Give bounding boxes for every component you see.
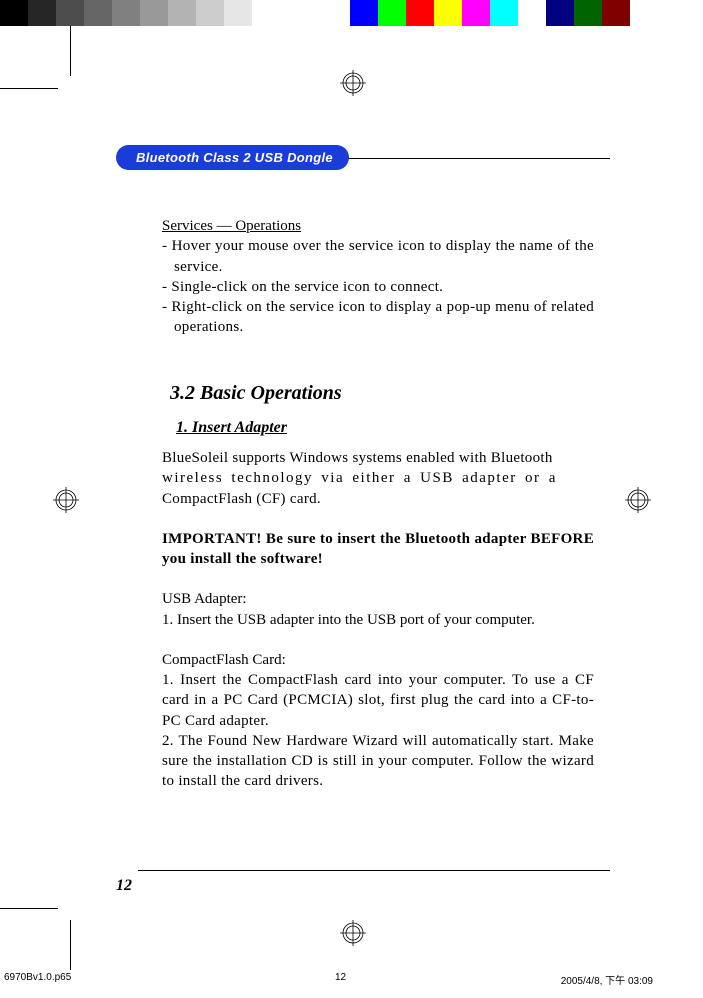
color-swatch (252, 0, 280, 26)
registration-mark-icon (340, 920, 366, 946)
services-heading: Services — Operations (162, 216, 594, 236)
body-text: Services — Operations - Hover your mouse… (162, 216, 594, 792)
cf-step: 2. The Found New Hardware Wizard will au… (162, 731, 594, 792)
page-content: Bluetooth Class 2 USB Dongle Services — … (116, 145, 610, 792)
color-swatch (56, 0, 84, 26)
page-number: 12 (116, 877, 132, 895)
usb-heading: USB Adapter: (162, 589, 594, 609)
section-heading: 3.2 Basic Operations (170, 380, 594, 407)
service-op-item: - Right-click on the service icon to dis… (162, 297, 594, 338)
color-swatch (224, 0, 252, 26)
cf-heading: CompactFlash Card: (162, 650, 594, 670)
color-swatch (196, 0, 224, 26)
color-calibration-bar (0, 0, 703, 26)
service-op-item: - Single-click on the service icon to co… (162, 277, 594, 297)
footer-page: 12 (335, 972, 346, 983)
registration-mark-icon (340, 70, 366, 96)
usb-step: 1. Insert the USB adapter into the USB p… (162, 610, 594, 630)
registration-mark-icon (625, 487, 651, 513)
crop-mark (70, 920, 71, 970)
paragraph: BlueSoleil supports Windows systems enab… (162, 448, 594, 509)
registration-mark-icon (53, 487, 79, 513)
color-swatch (406, 0, 434, 26)
footer-filename: 6970Bv1.0.p65 (4, 972, 71, 983)
subsection-heading: 1. Insert Adapter (176, 417, 594, 439)
footer-timestamp: 2005/4/8, 下午 03:09 (561, 972, 653, 987)
color-swatch (280, 0, 350, 26)
text-line: wireless technology via either a USB ada… (162, 470, 557, 486)
color-swatch (462, 0, 490, 26)
color-swatch (84, 0, 112, 26)
important-note: IMPORTANT! Be sure to insert the Bluetoo… (162, 529, 594, 570)
color-swatch (140, 0, 168, 26)
text-line: CompactFlash (CF) card. (162, 491, 321, 507)
crop-mark (0, 88, 58, 89)
color-swatch (602, 0, 630, 26)
color-swatch (630, 0, 680, 26)
color-swatch (378, 0, 406, 26)
color-swatch (490, 0, 518, 26)
color-swatch (546, 0, 574, 26)
service-op-item: - Hover your mouse over the service icon… (162, 236, 594, 277)
color-swatch (574, 0, 602, 26)
text-line: BlueSoleil supports Windows systems enab… (162, 450, 553, 466)
color-swatch (518, 0, 546, 26)
color-swatch (28, 0, 56, 26)
crop-mark (70, 26, 71, 76)
color-swatch (350, 0, 378, 26)
footer-rule (138, 870, 610, 871)
crop-mark (0, 908, 58, 909)
color-swatch (168, 0, 196, 26)
color-swatch (112, 0, 140, 26)
document-title-pill: Bluetooth Class 2 USB Dongle (116, 145, 349, 170)
color-swatch (434, 0, 462, 26)
cf-step: 1. Insert the CompactFlash card into you… (162, 670, 594, 731)
color-swatch (0, 0, 28, 26)
